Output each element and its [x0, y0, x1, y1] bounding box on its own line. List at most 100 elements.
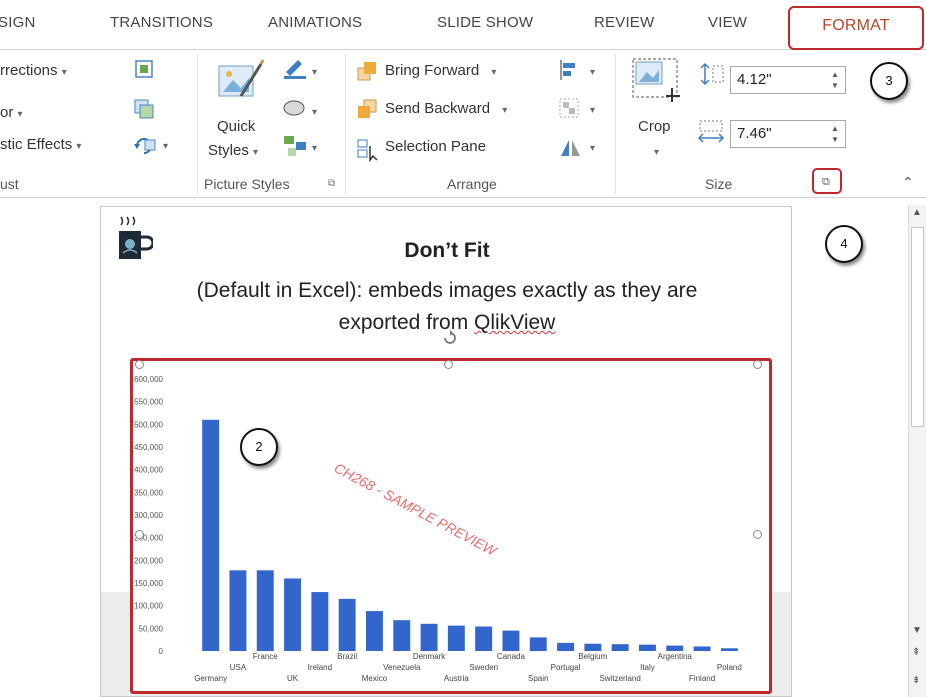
subtitle-part-a: exported fr: [338, 311, 440, 334]
arrange-group-label: Arrange: [447, 176, 497, 192]
shape-height-input[interactable]: 4.12" ▲ ▼: [730, 66, 846, 94]
artistic-effects-button[interactable]: stic Effects ▾: [0, 136, 81, 153]
tab-view[interactable]: VIEW: [708, 14, 747, 31]
callout-2: 2: [240, 428, 278, 466]
bring-forward-button[interactable]: Bring Forward ▾: [385, 62, 496, 79]
rotate-icon[interactable]: [559, 136, 583, 158]
change-picture-icon[interactable]: [133, 98, 155, 120]
compress-pictures-icon[interactable]: [133, 58, 155, 80]
x-tick-label: Belgium: [578, 652, 607, 661]
send-backward-icon: [358, 99, 377, 118]
color-button[interactable]: or ▾: [0, 104, 23, 121]
picture-border-icon[interactable]: [282, 56, 308, 80]
slide-title: Don’t Fit: [404, 239, 490, 262]
shape-height-value: 4.12": [737, 71, 772, 88]
previous-slide-icon[interactable]: ⇞: [912, 647, 920, 658]
quick-styles-label-1: Quick: [217, 118, 256, 135]
crop-icon[interactable]: [632, 58, 686, 110]
tab-animations[interactable]: ANIMATIONS: [268, 14, 362, 31]
bar: [447, 625, 465, 651]
y-tick-label: 550,000: [134, 398, 163, 407]
x-tick-label: Canada: [497, 652, 526, 661]
quick-styles-label-2[interactable]: Styles ▾: [208, 142, 258, 159]
bar: [311, 592, 329, 651]
bar: [502, 630, 520, 651]
picture-layout-icon[interactable]: [282, 134, 308, 158]
resize-handle-top-left[interactable]: [135, 360, 144, 369]
bar: [557, 642, 575, 651]
bar: [365, 611, 383, 651]
crop-button[interactable]: Crop: [638, 118, 671, 135]
selection-pane-button[interactable]: Selection Pane: [385, 138, 486, 155]
send-backward-button[interactable]: Send Backward ▾: [385, 100, 507, 117]
corrections-button[interactable]: rrections ▾: [0, 62, 67, 79]
tab-design[interactable]: SIGN: [0, 14, 35, 31]
tab-format[interactable]: FORMAT: [788, 6, 924, 50]
bring-forward-icon: [357, 62, 376, 81]
bar: [584, 643, 602, 651]
spinner-arrows-icon[interactable]: ▲ ▼: [829, 123, 841, 145]
artistic-effects-label: stic Effects: [0, 136, 73, 153]
bar: [393, 620, 411, 651]
shape-width-input[interactable]: 7.46" ▲ ▼: [730, 120, 846, 148]
x-tick-label: France: [253, 652, 278, 661]
next-slide-icon[interactable]: ⇟: [912, 675, 920, 686]
tab-review[interactable]: REVIEW: [594, 14, 654, 31]
scroll-down-icon[interactable]: ▼: [912, 625, 922, 636]
selection-pane-icon: [357, 139, 378, 162]
tab-transitions[interactable]: TRANSITIONS: [110, 14, 213, 31]
reset-picture-icon[interactable]: [133, 134, 159, 156]
resize-handle-left[interactable]: [135, 530, 144, 539]
y-tick-label: 50,000: [139, 624, 164, 633]
y-tick-label: 200,000: [134, 556, 163, 565]
bar: [256, 570, 274, 651]
picture-styles-launcher-icon[interactable]: ⧉: [328, 178, 335, 189]
vertical-scrollbar[interactable]: ▲ ▼ ⇞ ⇟: [908, 205, 926, 697]
y-tick-label: 150,000: [134, 579, 163, 588]
y-tick-label: 450,000: [134, 443, 163, 452]
group-objects-icon[interactable]: [557, 96, 581, 120]
y-tick-label: 400,000: [134, 466, 163, 475]
x-tick-label: Switzerland: [599, 674, 640, 683]
color-label: or: [0, 104, 14, 121]
x-tick-label: Denmark: [413, 652, 446, 661]
x-tick-label: Argentina: [658, 652, 693, 661]
resize-handle-right[interactable]: [753, 530, 762, 539]
x-tick-label: Spain: [528, 674, 548, 683]
picture-effects-icon[interactable]: [282, 96, 308, 118]
callout-4: 4: [825, 225, 863, 263]
bar: [529, 637, 547, 651]
align-icon[interactable]: [557, 58, 581, 82]
bar: [420, 623, 438, 651]
bar: [338, 598, 356, 651]
scroll-thumb[interactable]: [911, 227, 924, 427]
resize-handle-top[interactable]: [444, 360, 453, 369]
resize-handle-top-right[interactable]: [753, 360, 762, 369]
rotation-handle-icon[interactable]: [442, 330, 458, 348]
bring-forward-label: Bring Forward: [385, 62, 480, 79]
collapse-ribbon-icon[interactable]: ⌃: [902, 174, 914, 191]
quick-styles-text: Styles: [208, 142, 249, 159]
watermark-text: CH268 - SAMPLE PREVIEW: [332, 460, 501, 560]
y-tick-label: 0: [159, 647, 164, 656]
quick-styles-icon[interactable]: [215, 56, 265, 104]
chart-image[interactable]: 600,000 550,000 500,000 450,000 400,000 350,0…: [130, 358, 772, 694]
y-tick-label: 500,000: [134, 420, 163, 429]
x-tick-label: UK: [287, 674, 299, 683]
bar: [475, 626, 493, 651]
shape-width-icon: [697, 120, 725, 143]
scroll-up-icon[interactable]: ▲: [912, 207, 922, 218]
shape-width-value: 7.46": [737, 125, 772, 142]
bar: [229, 570, 247, 651]
picture-styles-group-label: Picture Styles: [204, 176, 290, 192]
tab-slide-show[interactable]: SLIDE SHOW: [437, 14, 533, 31]
x-tick-label: Brazil: [337, 652, 357, 661]
spinner-arrows-icon[interactable]: ▲ ▼: [829, 69, 841, 91]
adjust-group-label: ust: [0, 176, 19, 192]
bar: [284, 578, 302, 651]
x-tick-label: Sweden: [469, 663, 498, 672]
size-group-label: Size: [705, 176, 733, 192]
ribbon: rrections ▾ or ▾ stic Effects ▾ ▾ ust Qu…: [0, 50, 926, 198]
x-tick-label: Italy: [640, 663, 655, 672]
bar: [720, 648, 738, 651]
